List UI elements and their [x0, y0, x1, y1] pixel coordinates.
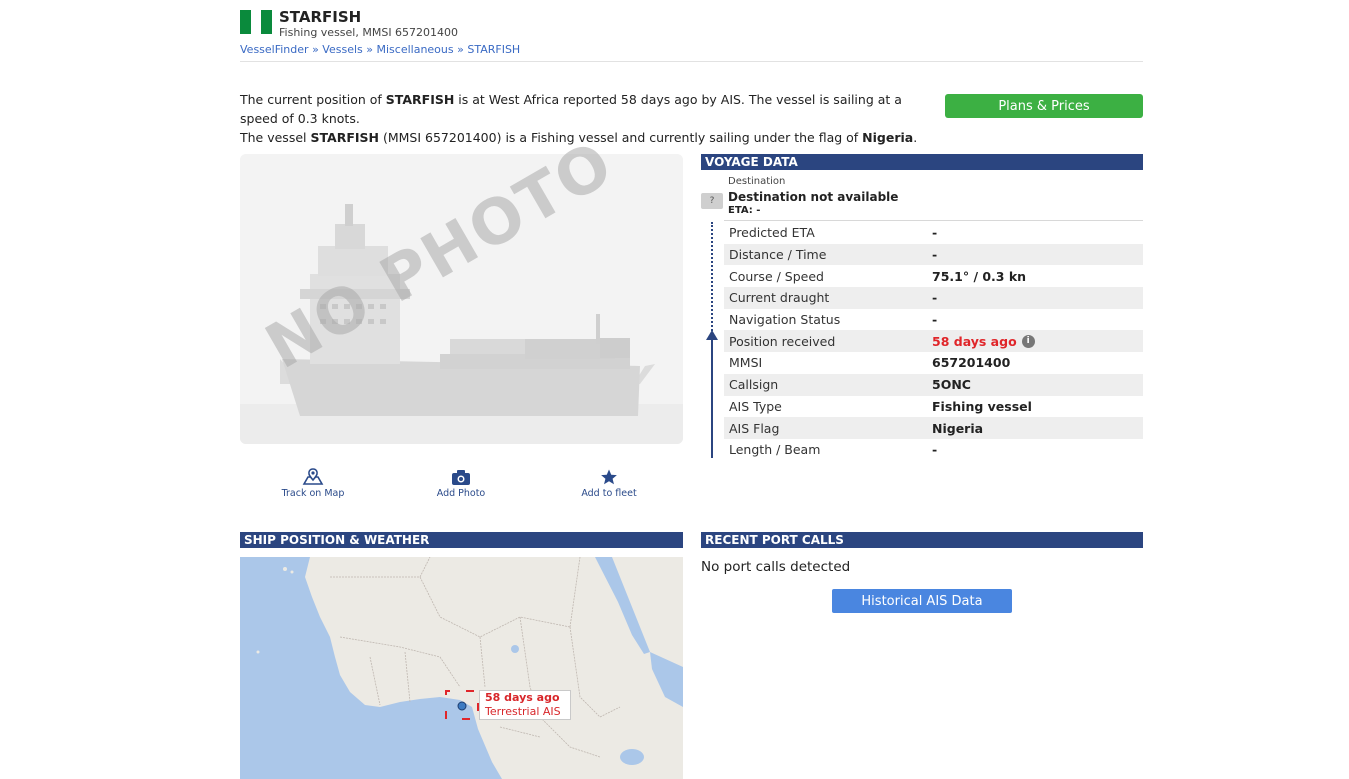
vessel-title: STARFISH	[279, 8, 362, 26]
historical-ais-data-button[interactable]: Historical AIS Data	[832, 589, 1012, 613]
intro-text: (MMSI 657201400) is a Fishing vessel and…	[379, 130, 863, 145]
star-icon	[601, 469, 617, 485]
map-image	[240, 557, 683, 779]
table-row: Length / Beam -	[724, 439, 1143, 461]
breadcrumb-starfish[interactable]: STARFISH	[467, 43, 520, 56]
info-icon[interactable]: i	[1021, 334, 1035, 348]
row-key: Predicted ETA	[729, 225, 815, 241]
row-key: Position received	[729, 333, 836, 349]
destination-eta: ETA: -	[728, 205, 761, 216]
intro-vessel-name: STARFISH	[385, 92, 455, 107]
table-row: Distance / Time -	[724, 243, 1143, 266]
vessel-subtitle: Fishing vessel, MMSI 657201400	[279, 26, 459, 39]
row-key: AIS Flag	[729, 420, 780, 436]
ship-position-title: SHIP POSITION & WEATHER	[240, 532, 683, 548]
intro-text: .	[913, 130, 918, 145]
position-received-value: 58 days ago	[932, 333, 1017, 349]
row-value: -	[932, 290, 938, 306]
table-row: Course / Speed 75.1° / 0.3 kn	[724, 265, 1143, 287]
row-value: Fishing vessel	[932, 398, 1032, 414]
intro-text: The current position of	[240, 92, 386, 107]
intro-vessel-name: STARFISH	[310, 130, 379, 145]
row-key: Callsign	[729, 377, 779, 393]
add-photo-button[interactable]: Add Photo	[406, 468, 516, 499]
row-value: -	[932, 312, 938, 328]
row-key: Distance / Time	[729, 247, 827, 263]
recent-port-calls-title: RECENT PORT CALLS	[701, 532, 1143, 548]
track-on-map-button[interactable]: Track on Map	[258, 468, 368, 499]
track-on-map-label: Track on Map	[281, 488, 345, 499]
breadcrumb-miscellaneous[interactable]: Miscellaneous	[377, 43, 454, 56]
row-value: 75.1° / 0.3 kn	[932, 268, 1027, 284]
row-value-position-received: 58 days ago i	[932, 334, 1035, 349]
table-row: Navigation Status -	[724, 309, 1143, 331]
voyage-data-table: Predicted ETA - Distance / Time - Course /…	[724, 222, 1143, 461]
breadcrumb-separator: »	[366, 43, 373, 56]
row-value: -	[932, 442, 938, 458]
unknown-port-icon: ?	[701, 193, 723, 209]
table-row: Predicted ETA -	[724, 222, 1143, 244]
position-source: Terrestrial AIS	[485, 705, 561, 718]
table-row: Callsign 5ONC	[724, 373, 1143, 396]
route-arrow-icon	[706, 330, 718, 340]
ship-position-label: 58 days ago Terrestrial AIS	[479, 690, 571, 720]
destination-value: Destination not available	[728, 190, 899, 204]
table-row: Position received 58 days ago i	[724, 330, 1143, 353]
ship-position-map[interactable]	[240, 557, 683, 779]
row-value: 5ONC	[932, 377, 971, 393]
intro-flag-name: Nigeria	[862, 130, 914, 145]
table-row: Current draught -	[724, 287, 1143, 309]
divider	[724, 220, 1143, 221]
add-photo-label: Add Photo	[436, 488, 486, 499]
row-value: Nigeria	[932, 420, 984, 436]
row-key: Navigation Status	[729, 312, 841, 328]
map-pin-icon	[302, 468, 324, 485]
add-to-fleet-button[interactable]: Add to fleet	[554, 468, 664, 499]
add-to-fleet-label: Add to fleet	[581, 488, 637, 499]
breadcrumb-vesselfinder[interactable]: VesselFinder	[240, 43, 309, 56]
nigeria-flag-icon	[240, 10, 273, 34]
vessel-actions: Track on Map Add Photo Add to fleet	[240, 468, 683, 504]
row-value: 657201400	[932, 355, 1011, 371]
row-value: -	[932, 247, 938, 263]
table-row: AIS Flag Nigeria	[724, 417, 1143, 439]
camera-icon	[452, 470, 470, 485]
row-value: -	[932, 225, 938, 241]
no-port-calls-text: No port calls detected	[701, 559, 851, 575]
position-time: 58 days ago	[485, 691, 560, 704]
row-key: Current draught	[729, 290, 830, 306]
row-key: Length / Beam	[729, 442, 821, 458]
table-row: MMSI 657201400	[724, 352, 1143, 374]
breadcrumb: VesselFinder » Vessels » Miscellaneous »…	[240, 43, 520, 56]
row-key: AIS Type	[729, 398, 782, 414]
plans-prices-button[interactable]: Plans & Prices	[945, 94, 1143, 118]
breadcrumb-vessels[interactable]: Vessels	[322, 43, 362, 56]
row-key: MMSI	[729, 355, 763, 371]
breadcrumb-separator: »	[312, 43, 319, 56]
intro-text: The vessel	[240, 130, 311, 145]
voyage-data-title: VOYAGE DATA	[701, 154, 1143, 170]
destination-label: Destination	[728, 176, 786, 187]
page-header: STARFISH Fishing vessel, MMSI 657201400 …	[240, 8, 1143, 62]
row-key: Course / Speed	[729, 268, 824, 284]
breadcrumb-separator: »	[457, 43, 464, 56]
intro-line-1: The current position of STARFISH is at W…	[240, 90, 940, 128]
route-solid-line	[711, 336, 713, 458]
table-row: AIS Type Fishing vessel	[724, 396, 1143, 418]
